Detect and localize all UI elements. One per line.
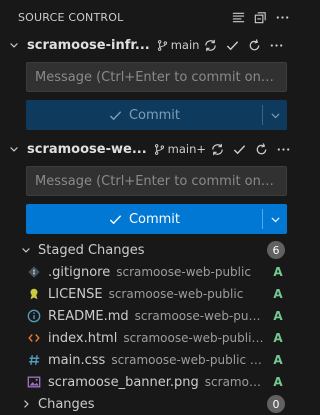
staged-file-row[interactable]: .gitignore scramoose-web-public A	[0, 261, 297, 283]
commit-button-group: Commit	[26, 100, 287, 130]
panel-title: SOURCE CONTROL	[18, 10, 124, 24]
commit-button-group: Commit	[26, 204, 287, 234]
staged-file-row[interactable]: index.html scramoose-web-public • src A	[0, 327, 297, 349]
commit-check-icon[interactable]	[228, 138, 250, 160]
repository-row[interactable]: scramoose-we... main+	[0, 138, 297, 160]
chevron-down-icon[interactable]	[6, 141, 22, 157]
refresh-icon[interactable]	[243, 34, 265, 56]
more-actions-icon[interactable]	[265, 34, 287, 56]
repository-name: scramoose-infr...	[27, 37, 150, 53]
file-path: scramoose-web-public	[116, 265, 251, 279]
commit-message-input[interactable]: Message (Ctrl+Enter to commit on "mai...	[26, 62, 287, 92]
view-as-list-icon[interactable]	[227, 6, 249, 28]
commit-message-placeholder: Message (Ctrl+Enter to commit on "mai...	[35, 173, 278, 189]
css-icon	[26, 352, 42, 368]
panel-header: SOURCE CONTROL	[0, 0, 297, 34]
file-path: scramoose-web-public	[108, 287, 244, 301]
file-name: LICENSE	[48, 286, 103, 302]
repository-row[interactable]: scramoose-infr... main	[0, 34, 297, 56]
chevron-down-icon	[270, 216, 280, 222]
chevron-down-icon[interactable]	[6, 37, 22, 53]
file-path: scramoose-...	[204, 375, 265, 389]
file-name: scramoose_banner.png	[48, 374, 199, 390]
check-icon	[109, 214, 122, 224]
commit-message-placeholder: Message (Ctrl+Enter to commit on "mai...	[35, 69, 278, 85]
changes-label: Changes	[38, 396, 95, 412]
branch-indicator[interactable]: main+	[153, 142, 206, 156]
commit-check-icon[interactable]	[221, 34, 243, 56]
staged-changes-label: Staged Changes	[38, 242, 145, 258]
more-actions-icon[interactable]	[271, 6, 293, 28]
refresh-icon[interactable]	[250, 138, 272, 160]
file-status-added: A	[273, 375, 283, 389]
staged-file-row[interactable]: main.css scramoose-web-public • src/css A	[0, 349, 297, 371]
file-name: main.css	[48, 352, 106, 368]
file-status-added: A	[273, 287, 283, 301]
git-icon	[26, 264, 42, 280]
info-icon	[26, 308, 42, 324]
staged-file-row[interactable]: scramoose_banner.png scramoose-... A	[0, 371, 297, 393]
file-path: scramoose-web-public • src/css	[111, 353, 265, 367]
check-icon	[109, 110, 122, 120]
sync-icon[interactable]	[199, 34, 221, 56]
commit-button-label: Commit	[128, 211, 181, 227]
image-icon	[26, 374, 42, 390]
branch-name: main+	[167, 142, 207, 156]
license-icon	[26, 286, 42, 302]
commit-dropdown-button[interactable]	[263, 100, 287, 130]
chevron-down-icon[interactable]	[18, 242, 34, 258]
file-status-added: A	[273, 265, 283, 279]
file-name: README.md	[48, 308, 129, 324]
staged-file-row[interactable]: LICENSE scramoose-web-public A	[0, 283, 297, 305]
collapse-all-icon[interactable]	[249, 6, 271, 28]
changes-count-badge: 0	[267, 395, 285, 413]
html-icon	[26, 330, 42, 346]
file-name: index.html	[48, 330, 118, 346]
commit-button-label: Commit	[128, 107, 181, 123]
changes-group[interactable]: Changes 0	[0, 393, 297, 415]
chevron-down-icon	[270, 112, 280, 118]
staged-file-list: .gitignore scramoose-web-public A LICENSE sc…	[0, 261, 297, 393]
commit-message-input[interactable]: Message (Ctrl+Enter to commit on "mai...	[26, 166, 287, 196]
file-status-added: A	[273, 331, 283, 345]
git-branch-icon	[157, 39, 167, 51]
commit-button[interactable]: Commit	[26, 100, 262, 130]
more-actions-icon[interactable]	[272, 138, 294, 160]
commit-dropdown-button[interactable]	[263, 204, 287, 234]
file-path: scramoose-web-public	[134, 309, 265, 323]
branch-name: main	[170, 38, 200, 52]
sync-icon[interactable]	[206, 138, 228, 160]
file-status-added: A	[273, 353, 283, 367]
git-branch-icon	[154, 143, 164, 155]
file-name: .gitignore	[48, 264, 111, 280]
staged-file-row[interactable]: README.md scramoose-web-public A	[0, 305, 297, 327]
file-path: scramoose-web-public • src	[123, 331, 265, 345]
file-status-added: A	[273, 309, 283, 323]
repository-name: scramoose-we...	[27, 141, 147, 157]
staged-count-badge: 6	[267, 241, 285, 259]
commit-button[interactable]: Commit	[26, 204, 262, 234]
staged-changes-group[interactable]: Staged Changes 6	[0, 239, 297, 261]
branch-indicator[interactable]: main	[156, 38, 200, 52]
